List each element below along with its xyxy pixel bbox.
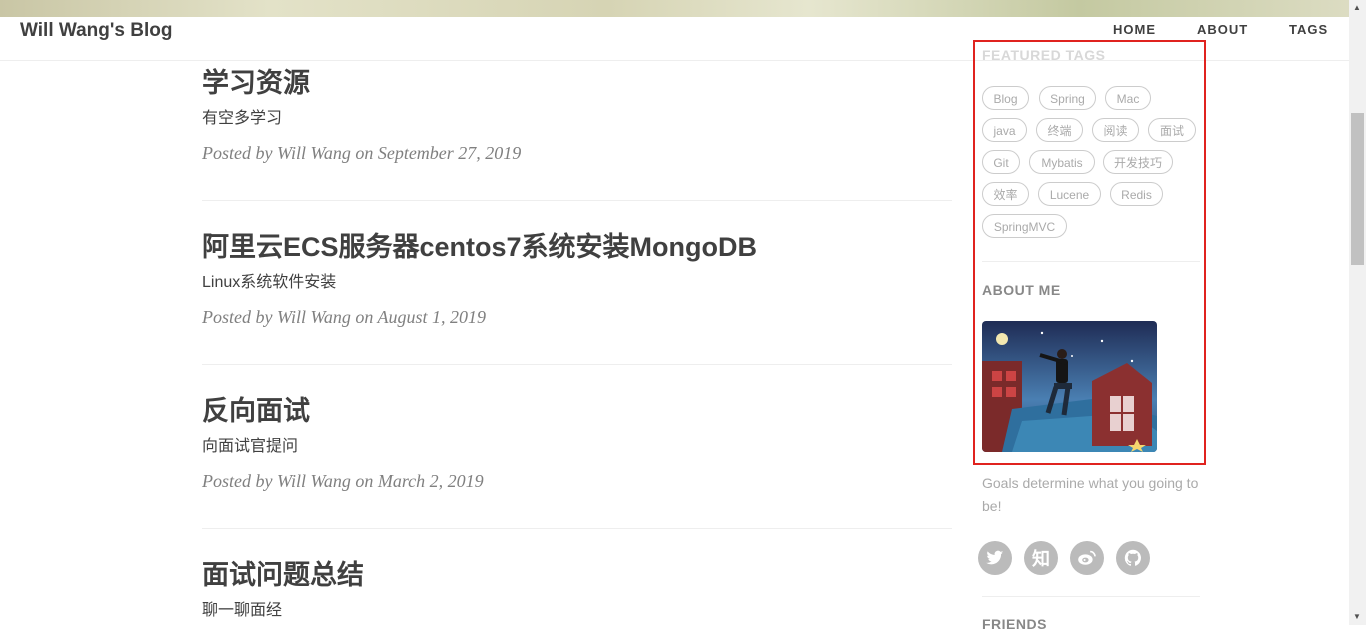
post-preview[interactable]: 阿里云ECS服务器centos7系统安装MongoDB Linux系统软件安装 … [202,231,952,328]
post-title[interactable]: 学习资源 [202,67,952,99]
nav-about[interactable]: ABOUT [1197,22,1248,37]
twitter-icon[interactable] [978,541,1012,575]
post-preview[interactable]: 反向面试 向面试官提问 Posted by Will Wang on March… [202,395,952,492]
tag-reading[interactable]: 阅读 [1092,118,1139,142]
tag-dev-tips[interactable]: 开发技巧 [1103,150,1173,174]
about-me-avatar [982,321,1157,452]
featured-tags-heading: FEATURED TAGS [982,47,1106,63]
post-title[interactable]: 阿里云ECS服务器centos7系统安装MongoDB [202,231,952,263]
scroll-thumb[interactable] [1351,113,1364,265]
tag-blog[interactable]: Blog [982,86,1029,110]
tag-interview[interactable]: 面试 [1148,118,1196,142]
about-me-motto: Goals determine what you going to be! [982,475,1199,514]
post-divider [202,364,952,365]
post-preview[interactable]: 面试问题总结 聊一聊面经 [202,559,952,621]
nav-home[interactable]: HOME [1113,22,1156,37]
tag-redis[interactable]: Redis [1110,182,1163,206]
tag-terminal[interactable]: 终端 [1036,118,1083,142]
tag-java[interactable]: java [982,118,1027,142]
avatar-illustration [982,321,1157,452]
tag-spring[interactable]: Spring [1039,86,1096,110]
tag-mac[interactable]: Mac [1105,86,1151,110]
post-subtitle: 有空多学习 [202,110,283,127]
page-scrollbar[interactable]: ▲ ▼ [1349,0,1366,625]
post-subtitle: Linux系统软件安装 [202,274,337,291]
post-title[interactable]: 反向面试 [202,395,952,427]
site-brand[interactable]: Will Wang's Blog [20,20,172,42]
scroll-up-icon[interactable]: ▲ [1353,3,1361,12]
sidebar-divider [982,596,1200,597]
scroll-down-icon[interactable]: ▼ [1353,612,1361,621]
about-me-heading: ABOUT ME [982,282,1061,298]
post-meta: Posted by Will Wang on September 27, 201… [202,143,522,163]
post-meta: Posted by Will Wang on March 2, 2019 [202,471,484,491]
post-divider [202,528,952,529]
post-meta: Posted by Will Wang on August 1, 2019 [202,307,487,327]
post-preview[interactable]: 学习资源 有空多学习 Posted by Will Wang on Septem… [202,67,952,164]
post-divider [202,200,952,201]
nav-tags[interactable]: TAGS [1289,22,1328,37]
post-subtitle: 向面试官提问 [202,438,299,455]
tag-efficiency[interactable]: 效率 [982,182,1029,206]
weibo-icon[interactable] [1070,541,1104,575]
tag-mybatis[interactable]: Mybatis [1029,150,1095,174]
hero-banner-strip [0,0,1349,17]
tag-lucene[interactable]: Lucene [1038,182,1101,206]
sidebar-divider [982,261,1200,262]
top-navbar: Will Wang's Blog HOME ABOUT TAGS [0,17,1349,61]
friends-heading: FRIENDS [982,616,1047,632]
github-icon[interactable] [1116,541,1150,575]
tag-springmvc[interactable]: SpringMVC [982,214,1067,238]
zhihu-icon[interactable]: 知 [1024,541,1058,575]
post-title[interactable]: 面试问题总结 [202,559,952,591]
tag-git[interactable]: Git [982,150,1020,174]
post-subtitle: 聊一聊面经 [202,602,283,619]
